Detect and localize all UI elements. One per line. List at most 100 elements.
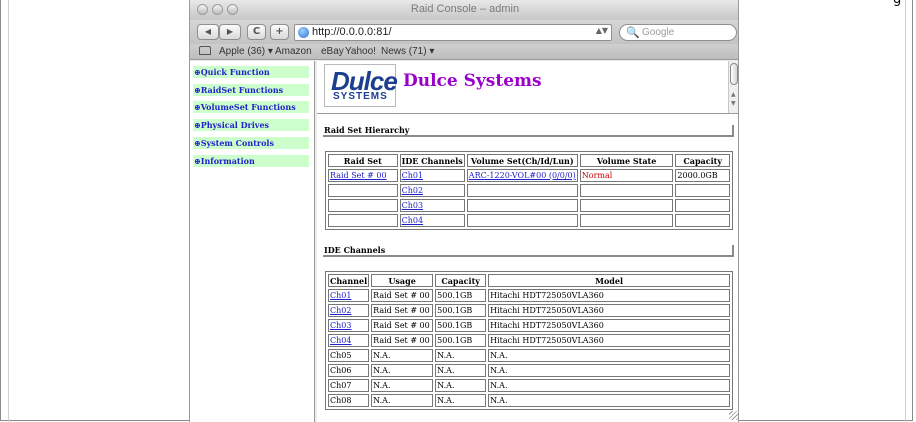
back-arrow-icon: ◀ — [204, 27, 212, 36]
menu-raidset-functions[interactable]: ⊕RaidSet Functions — [193, 84, 309, 96]
usage-cell: Raid Set # 00 — [371, 319, 434, 332]
capacity-cell: N.A. — [435, 394, 487, 407]
bookmark-ebay[interactable]: eBay — [321, 46, 344, 57]
model-cell: N.A. — [488, 349, 730, 362]
raid-hierarchy-title: Raid Set Hierarchy — [323, 125, 734, 137]
model-cell: Hitachi HDT725050VLA360 — [488, 304, 730, 317]
channel-link[interactable]: Ch04 — [330, 336, 351, 345]
url-dropdown-icon[interactable]: ▲▼ — [596, 26, 608, 35]
menu-system-controls[interactable]: ⊕System Controls — [193, 137, 309, 149]
back-button[interactable]: ◀ — [197, 24, 219, 40]
bookmark-yahoo[interactable]: Yahoo! — [345, 46, 376, 57]
table-row: Ch01 Raid Set # 00 500.1GB Hitachi HDT72… — [328, 289, 730, 302]
table-cell — [675, 214, 730, 227]
channel-link[interactable]: Ch03 — [402, 201, 423, 210]
url-text[interactable]: http://0.0.0.0:81/ — [312, 26, 392, 38]
table-row: Ch03 Raid Set # 00 500.1GB Hitachi HDT72… — [328, 319, 730, 332]
address-bar[interactable]: http://0.0.0.0:81/ ▲▼ — [294, 24, 612, 41]
channel-cell: Ch07 — [328, 379, 370, 392]
table-cell — [675, 184, 730, 197]
table-row: Ch02 Raid Set # 00 500.1GB Hitachi HDT72… — [328, 304, 730, 317]
model-cell: N.A. — [488, 394, 730, 407]
add-bookmark-button[interactable]: + — [270, 24, 289, 40]
bookmark-apple[interactable]: Apple (36) ▾ — [219, 46, 273, 57]
channel-cell: Ch06 — [328, 364, 370, 377]
scroll-down-arrow-icon[interactable]: ▼ — [731, 100, 736, 107]
capacity-cell: N.A. — [435, 379, 487, 392]
channel-cell: Ch08 — [328, 394, 370, 407]
capacity-cell: 500.1GB — [435, 319, 487, 332]
table-row: Raid Set # 00 Ch01 ARC-1220-VOL#00 (0/0/… — [328, 169, 730, 182]
capacity-cell: 500.1GB — [435, 334, 487, 347]
table-cell — [466, 214, 578, 227]
brand-name: Dulce Systems — [403, 71, 542, 91]
usage-cell: N.A. — [371, 379, 434, 392]
navigation-frame: ⊕Quick Function ⊕RaidSet Functions ⊕Volu… — [190, 61, 315, 422]
usage-cell: N.A. — [371, 349, 434, 362]
browser-toolbar: ◀ ▶ C + http://0.0.0.0:81/ ▲▼ 🔍 Google — [190, 20, 738, 44]
column-header: Channel — [328, 274, 370, 287]
bookmarks-book-icon[interactable] — [199, 46, 211, 55]
title-bar[interactable]: Raid Console – admin — [190, 0, 738, 20]
usage-cell: Raid Set # 00 — [371, 289, 434, 302]
table-row: Ch02 — [328, 184, 730, 197]
ide-channels-title: IDE Channels — [323, 245, 734, 257]
scrollbar-thumb[interactable] — [730, 63, 738, 85]
channel-link[interactable]: Ch03 — [330, 321, 351, 330]
column-header: Usage — [371, 274, 434, 287]
channel-cell: Ch05 — [328, 349, 370, 362]
bookmark-amazon[interactable]: Amazon — [275, 46, 312, 57]
table-cell — [675, 199, 730, 212]
volumeset-link[interactable]: ARC-1220-VOL#00 (0/0/0) — [469, 171, 576, 180]
table-header-row: Raid Set IDE Channels Volume Set(Ch/Id/L… — [328, 154, 730, 167]
table-row: Ch04 Raid Set # 00 500.1GB Hitachi HDT72… — [328, 334, 730, 347]
capacity-cell: 500.1GB — [435, 304, 487, 317]
bookmarks-bar: Apple (36) ▾ Amazon eBay Yahoo! News (71… — [190, 44, 738, 60]
table-cell — [466, 199, 578, 212]
scroll-up-arrow-icon[interactable]: ▲ — [731, 91, 736, 98]
column-header: Volume State — [579, 154, 674, 167]
capacity-cell: N.A. — [435, 364, 487, 377]
channel-link[interactable]: Ch01 — [402, 171, 423, 180]
logo-subtitle: SYSTEMS — [333, 91, 388, 102]
table-row: Ch08 N.A. N.A. N.A. — [328, 394, 730, 407]
menu-volumeset-functions[interactable]: ⊕VolumeSet Functions — [193, 101, 309, 113]
column-header: Capacity — [435, 274, 487, 287]
column-header: Raid Set — [328, 154, 398, 167]
table-row: Ch06 N.A. N.A. N.A. — [328, 364, 730, 377]
dulce-logo: Dulce SYSTEMS — [324, 64, 398, 107]
table-cell — [579, 199, 674, 212]
bookmark-news[interactable]: News (71) ▾ — [381, 46, 434, 57]
column-header: Volume Set(Ch/Id/Lun) — [466, 154, 578, 167]
table-cell — [579, 214, 674, 227]
column-header: IDE Channels — [399, 154, 465, 167]
table-row: Ch04 — [328, 214, 730, 227]
window-resize-grip[interactable] — [729, 411, 738, 420]
channel-link[interactable]: Ch04 — [402, 216, 423, 225]
model-cell: Hitachi HDT725050VLA360 — [488, 319, 730, 332]
capacity-cell: 500.1GB — [435, 289, 487, 302]
table-row: Ch03 — [328, 199, 730, 212]
capacity-cell: 2000.0GB — [675, 169, 730, 182]
volume-state: Normal — [581, 170, 613, 180]
reload-button[interactable]: C — [247, 24, 266, 40]
header-scrollbar[interactable]: ▲ ▼ — [728, 61, 738, 113]
table-header-row: Channel Usage Capacity Model — [328, 274, 730, 287]
search-placeholder: Google — [642, 27, 675, 38]
raidset-link[interactable]: Raid Set # 00 — [330, 171, 387, 180]
content-frame: Raid Set Hierarchy Raid Set IDE Channels… — [317, 114, 738, 422]
search-icon[interactable]: 🔍 — [626, 26, 640, 39]
menu-physical-drives[interactable]: ⊕Physical Drives — [193, 119, 309, 131]
forward-button[interactable]: ▶ — [219, 24, 241, 40]
model-cell: Hitachi HDT725050VLA360 — [488, 289, 730, 302]
menu-information[interactable]: ⊕Information — [193, 155, 309, 167]
model-cell: N.A. — [488, 379, 730, 392]
forward-arrow-icon: ▶ — [226, 27, 234, 36]
search-field[interactable]: 🔍 Google — [619, 24, 737, 41]
usage-cell: Raid Set # 00 — [371, 334, 434, 347]
menu-quick-function[interactable]: ⊕Quick Function — [193, 66, 309, 78]
table-cell — [328, 214, 398, 227]
channel-link[interactable]: Ch01 — [330, 291, 351, 300]
channel-link[interactable]: Ch02 — [330, 306, 351, 315]
channel-link[interactable]: Ch02 — [402, 186, 423, 195]
